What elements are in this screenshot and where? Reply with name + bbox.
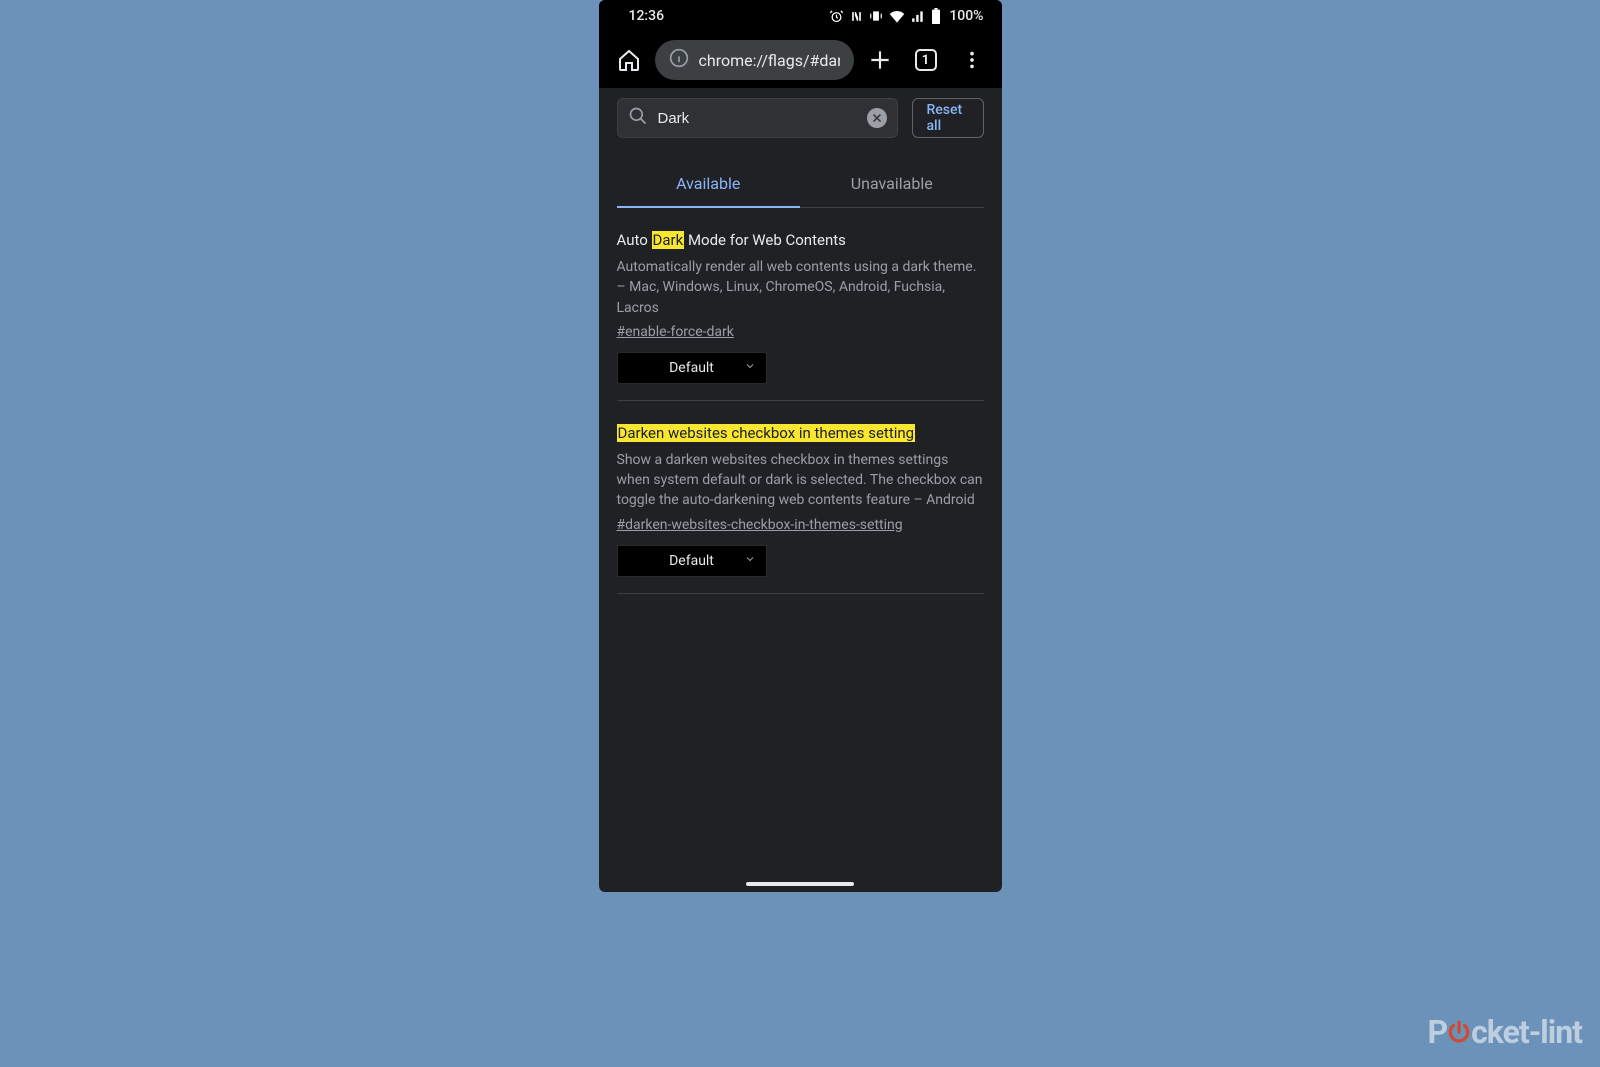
flag-item: Darken websites checkbox in themes setti… [617,401,984,594]
battery-percentage: 100% [949,8,983,24]
flag-description: Automatically render all web contents us… [617,257,984,318]
new-tab-button[interactable] [860,40,900,80]
chevron-down-icon [744,360,756,376]
flags-list: Auto Dark Mode for Web Contents Automatic… [617,208,984,594]
nfc-icon [850,10,863,23]
wifi-icon [889,9,905,23]
tab-available[interactable]: Available [617,160,801,207]
search-input[interactable] [658,110,857,127]
flag-state-dropdown[interactable]: Default [617,545,767,577]
flag-tabs: Available Unavailable [617,160,984,208]
signal-icon [911,9,925,23]
clear-search-button[interactable] [867,108,887,128]
overflow-menu-button[interactable] [952,40,992,80]
flags-content: Reset all Available Unavailable Auto Dar… [599,88,1002,594]
tab-unavailable[interactable]: Unavailable [800,160,984,207]
omnibox[interactable]: chrome://flags/#darken- [655,40,854,80]
dropdown-value: Default [669,553,714,569]
home-button[interactable] [609,40,649,80]
phone-frame: 12:36 100% [599,0,1002,892]
gesture-nav-pill[interactable] [746,882,854,886]
flag-anchor-link[interactable]: #darken-websites-checkbox-in-themes-sett… [617,517,903,533]
search-row: Reset all [617,88,984,138]
omnibox-url: chrome://flags/#darken- [699,51,840,70]
flag-title: Auto Dark Mode for Web Contents [617,230,984,251]
tab-switcher-button[interactable]: 1 [906,40,946,80]
alarm-icon [829,9,844,24]
vibrate-icon [869,9,883,23]
search-box[interactable] [617,98,898,138]
status-time: 12:36 [629,8,665,24]
battery-icon [931,8,941,24]
flag-item: Auto Dark Mode for Web Contents Automatic… [617,208,984,401]
flag-title: Darken websites checkbox in themes setti… [617,423,984,444]
flag-state-dropdown[interactable]: Default [617,352,767,384]
watermark: Pcket-lint [1428,1013,1583,1051]
tab-count-badge: 1 [915,49,937,71]
flag-anchor-link[interactable]: #enable-force-dark [617,324,734,340]
power-icon [1446,1019,1472,1045]
chevron-down-icon [744,553,756,569]
dropdown-value: Default [669,360,714,376]
site-info-icon[interactable] [669,48,689,72]
browser-toolbar: chrome://flags/#darken- 1 [599,32,1002,88]
reset-all-button[interactable]: Reset all [912,98,984,138]
status-icons: 100% [829,8,983,24]
search-icon [628,106,648,130]
flag-description: Show a darken websites checkbox in theme… [617,450,984,511]
status-bar: 12:36 100% [599,0,1002,32]
